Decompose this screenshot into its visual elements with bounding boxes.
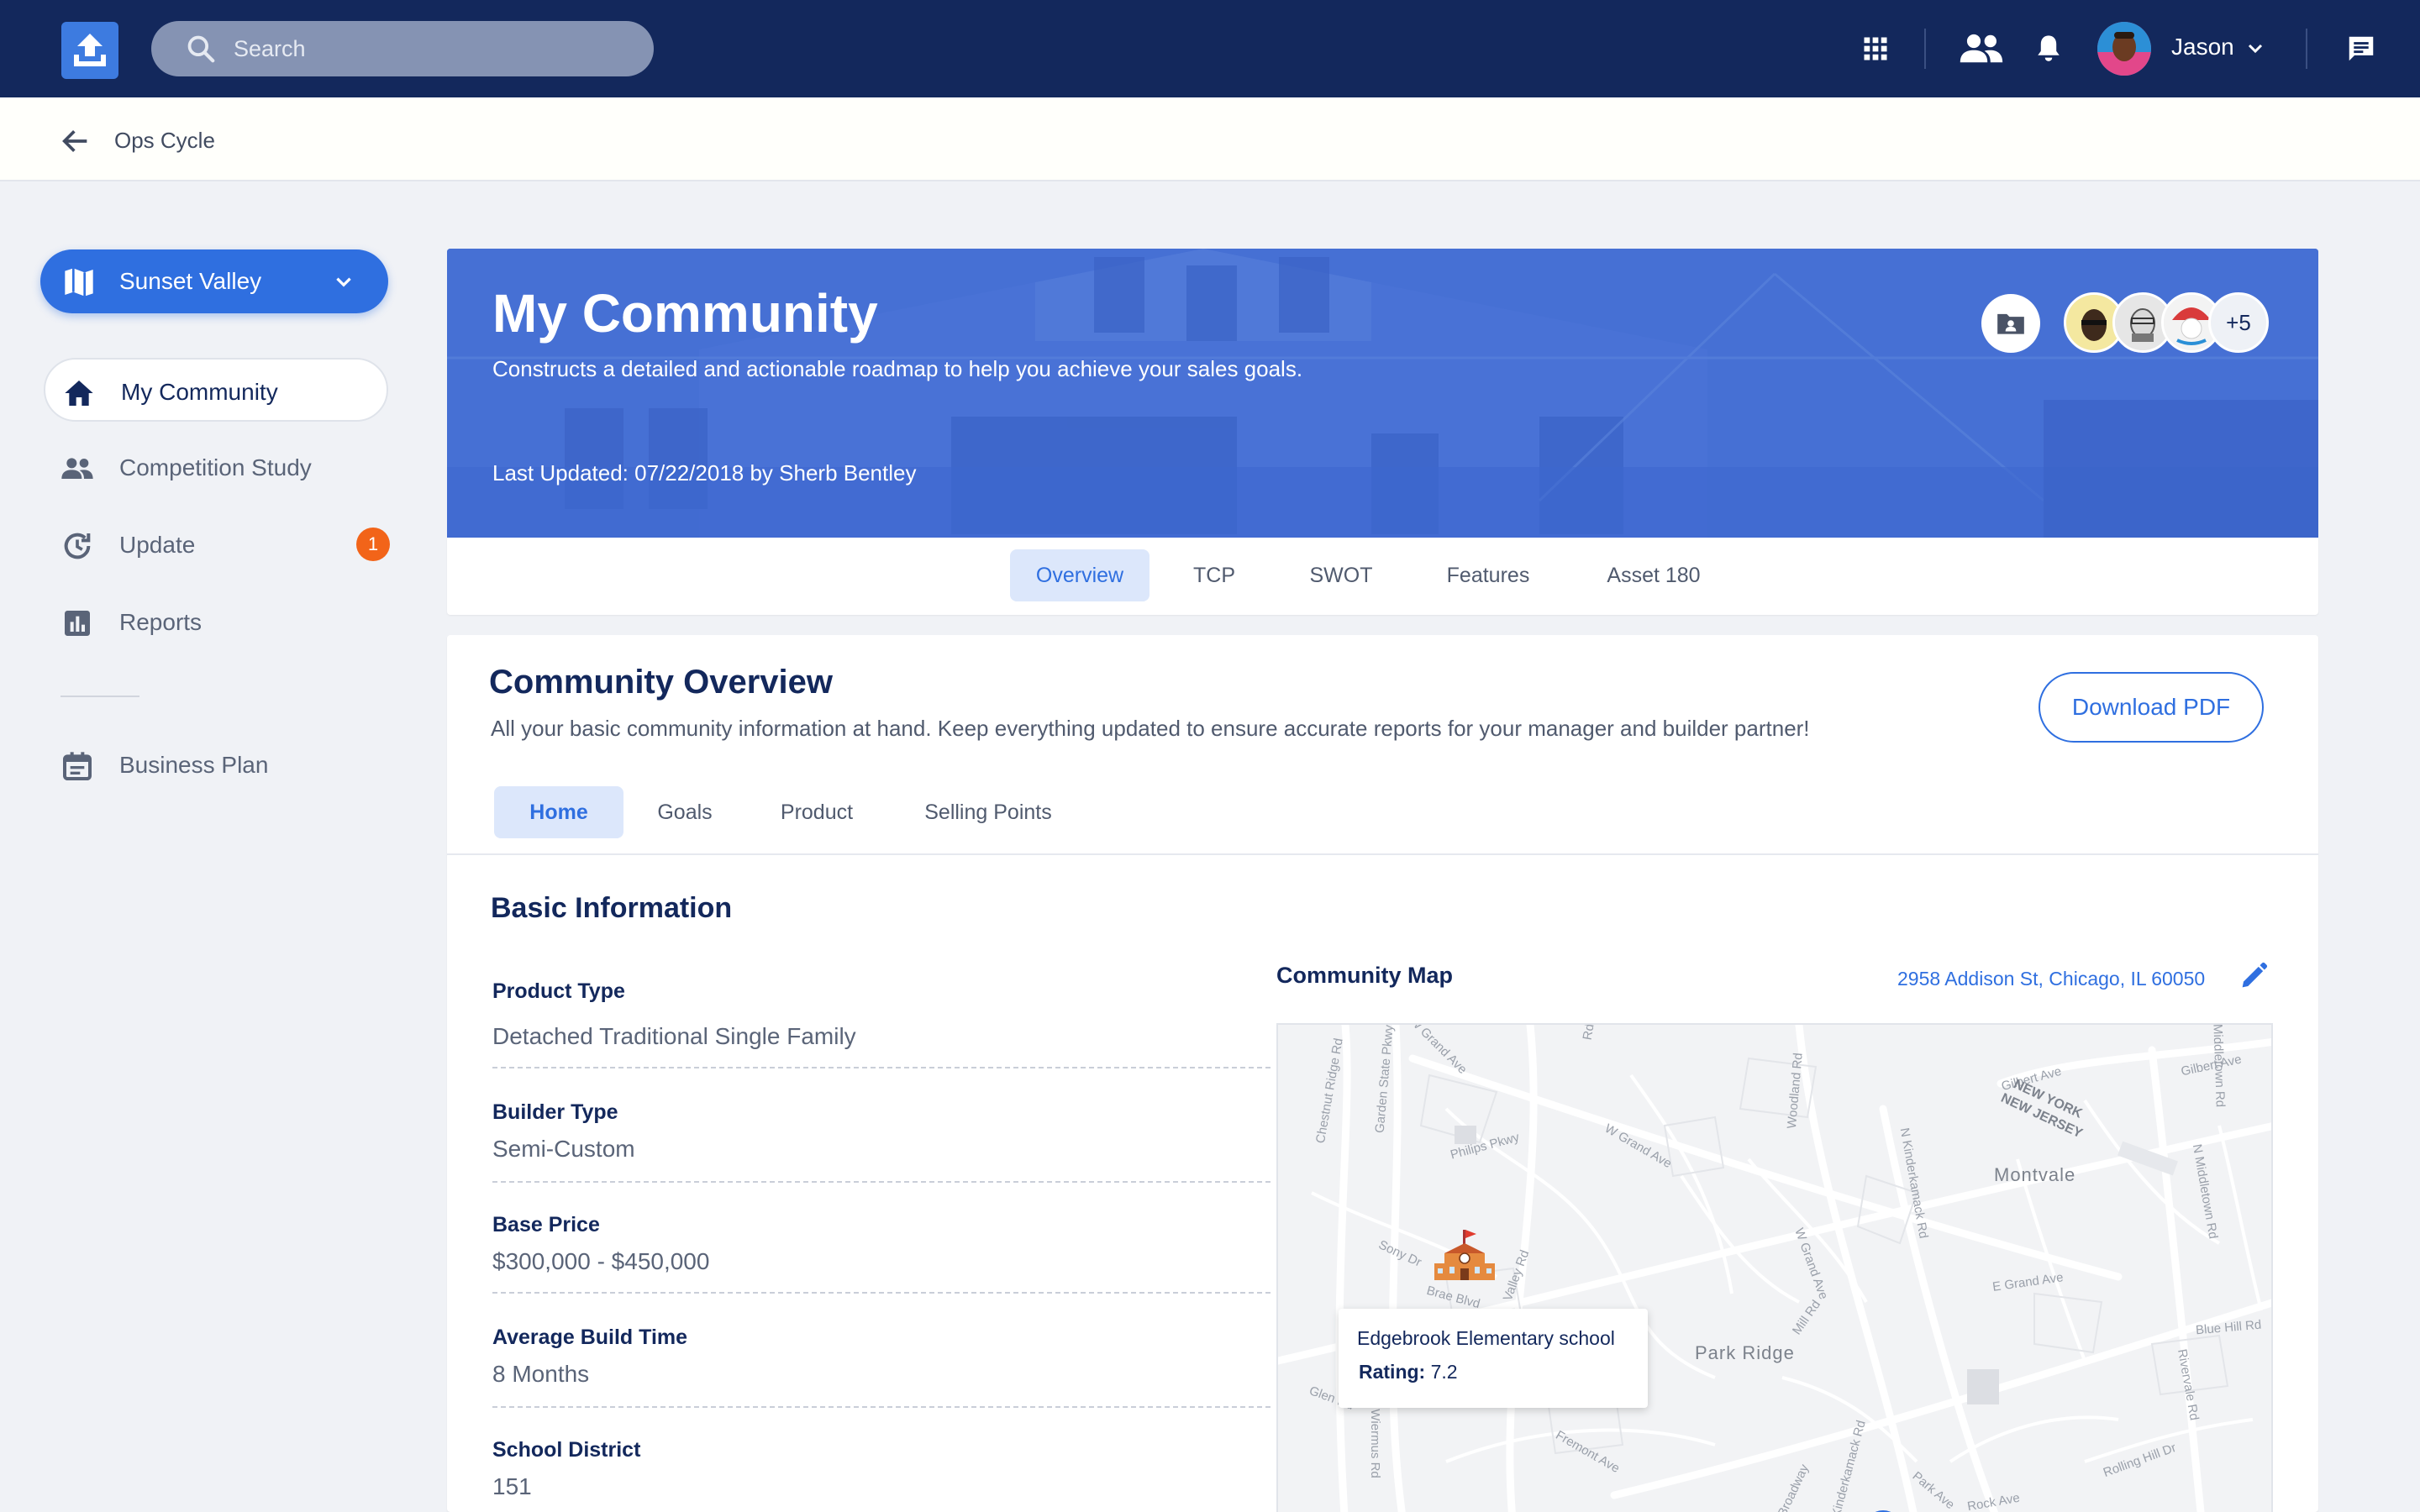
field-underline: [492, 1181, 1270, 1183]
field-underline: [492, 1292, 1270, 1294]
subtab-product[interactable]: Product: [760, 786, 874, 838]
sidebar-item-label: Competition Study: [119, 454, 312, 480]
sidebar-item-business-plan[interactable]: Business Plan: [44, 732, 388, 796]
last-updated-text: Last Updated: 07/22/2018 by Sherb Bentle…: [492, 460, 917, 486]
tab-overview[interactable]: Overview: [1010, 549, 1150, 601]
community-selector[interactable]: Sunset Valley: [40, 249, 388, 313]
update-clock-icon: [64, 533, 91, 559]
street-label: Wiermus Rd: [1367, 1409, 1382, 1478]
shared-folder-icon: [1997, 313, 2024, 334]
school-marker-icon[interactable]: [1431, 1226, 1498, 1294]
base-price-value[interactable]: $300,000 - $450,000: [492, 1248, 709, 1275]
field-label: Average Build Time: [492, 1326, 688, 1349]
community-name: Sunset Valley: [119, 268, 262, 294]
search-input[interactable]: [234, 35, 637, 62]
back-arrow-icon[interactable]: [59, 124, 92, 158]
bar-chart-icon: [65, 611, 90, 636]
subtab-selling-points[interactable]: Selling Points: [896, 786, 1081, 838]
chevron-down-icon: [336, 277, 351, 287]
map-icon: [65, 268, 93, 297]
tab-tcp[interactable]: TCP: [1168, 549, 1260, 601]
tab-asset-180[interactable]: Asset 180: [1578, 549, 1729, 601]
chat-message-icon[interactable]: [2341, 29, 2381, 69]
school-info-popup: Edgebrook Elementary school Rating: 7.2: [1339, 1309, 1648, 1408]
product-type-value[interactable]: Detached Traditional Single Family: [492, 1023, 856, 1050]
subtab-goals[interactable]: Goals: [639, 786, 731, 838]
sidebar-divider: [60, 696, 139, 697]
edit-pencil-icon[interactable]: [2237, 959, 2270, 993]
update-count-badge: 1: [356, 528, 390, 561]
field-label: Builder Type: [492, 1100, 618, 1124]
divider: [447, 853, 2318, 855]
rating-label: Rating:: [1359, 1361, 1426, 1383]
school-district-value[interactable]: 151: [492, 1473, 532, 1500]
school-rating: Rating: 7.2: [1359, 1361, 1458, 1383]
section-heading: Community Overview: [489, 664, 834, 701]
town-label: Park Ridge: [1695, 1342, 1795, 1363]
user-name[interactable]: Jason: [2171, 34, 2234, 60]
sidebar-item-label: Update: [119, 532, 196, 558]
breadcrumb[interactable]: Ops Cycle: [114, 128, 215, 154]
community-overview-card: Community Overview All your basic commun…: [447, 635, 2318, 1512]
user-avatar[interactable]: [2097, 22, 2151, 76]
home-icon: [65, 381, 93, 406]
search-bar[interactable]: [151, 21, 654, 76]
page-title: My Community: [492, 283, 878, 344]
sidebar-item-competition-study[interactable]: Competition Study: [44, 435, 388, 499]
chevron-down-icon[interactable]: [2238, 30, 2272, 67]
page-subtitle: Constructs a detailed and actionable roa…: [492, 356, 1303, 381]
field-label: Base Price: [492, 1213, 600, 1236]
people-icon: [61, 458, 93, 479]
download-pdf-button[interactable]: Download PDF: [2039, 672, 2264, 743]
notification-bell-icon[interactable]: [2028, 29, 2069, 69]
community-address-link[interactable]: 2958 Addison St, Chicago, IL 60050: [1897, 968, 2205, 990]
field-label: Product Type: [492, 979, 625, 1003]
sidebar-item-label: Business Plan: [119, 752, 269, 778]
average-build-time-value[interactable]: 8 Months: [492, 1361, 589, 1388]
section-description: All your basic community information at …: [491, 716, 1810, 741]
community-tabs: Overview TCP SWOT Features Asset 180: [447, 538, 2318, 615]
tab-swot[interactable]: SWOT: [1287, 549, 1395, 601]
basic-information-heading: Basic Information: [491, 892, 733, 924]
breadcrumb-bar: Ops Cycle: [0, 97, 2420, 181]
street-label: Middletown Rd: [2210, 1023, 2228, 1108]
tab-features[interactable]: Features: [1428, 549, 1548, 601]
app-logo[interactable]: [61, 22, 118, 79]
apps-grid-icon[interactable]: [1855, 29, 1896, 69]
calendar-plan-icon: [63, 752, 92, 780]
builder-type-value[interactable]: Semi-Custom: [492, 1136, 635, 1163]
community-map-heading: Community Map: [1276, 963, 1454, 988]
town-label: Montvale: [1994, 1164, 2076, 1185]
field-label: School District: [492, 1438, 641, 1462]
school-name: Edgebrook Elementary school: [1357, 1327, 1615, 1349]
map-streets: [1278, 1025, 2271, 1512]
subtab-home[interactable]: Home: [494, 786, 623, 838]
street-label: Rd: [1580, 1023, 1597, 1042]
search-icon: [187, 35, 215, 63]
sidebar-item-reports[interactable]: Reports: [44, 590, 388, 654]
rating-value: 7.2: [1430, 1361, 1458, 1383]
sidebar-item-my-community[interactable]: My Community: [44, 358, 388, 422]
upload-house-logo-icon: [74, 34, 106, 66]
community-hero-banner: My Community Constructs a detailed and a…: [447, 249, 2318, 538]
folder-share-button[interactable]: [1981, 294, 2040, 353]
community-map[interactable]: W Grand Ave Chestnut Ridge Rd Garden Sta…: [1276, 1023, 2273, 1512]
more-members-count[interactable]: +5: [2208, 292, 2269, 353]
sidebar-item-label: Reports: [119, 609, 203, 635]
top-nav-bar: Jason: [0, 0, 2420, 97]
nav-divider: [1924, 29, 1926, 69]
nav-divider: [2306, 29, 2307, 69]
field-underline: [492, 1067, 1270, 1068]
team-icon[interactable]: [1958, 29, 2005, 69]
sidebar-item-label: My Community: [121, 379, 278, 405]
field-underline: [492, 1406, 1270, 1408]
sidebar-item-update[interactable]: Update: [44, 512, 388, 576]
